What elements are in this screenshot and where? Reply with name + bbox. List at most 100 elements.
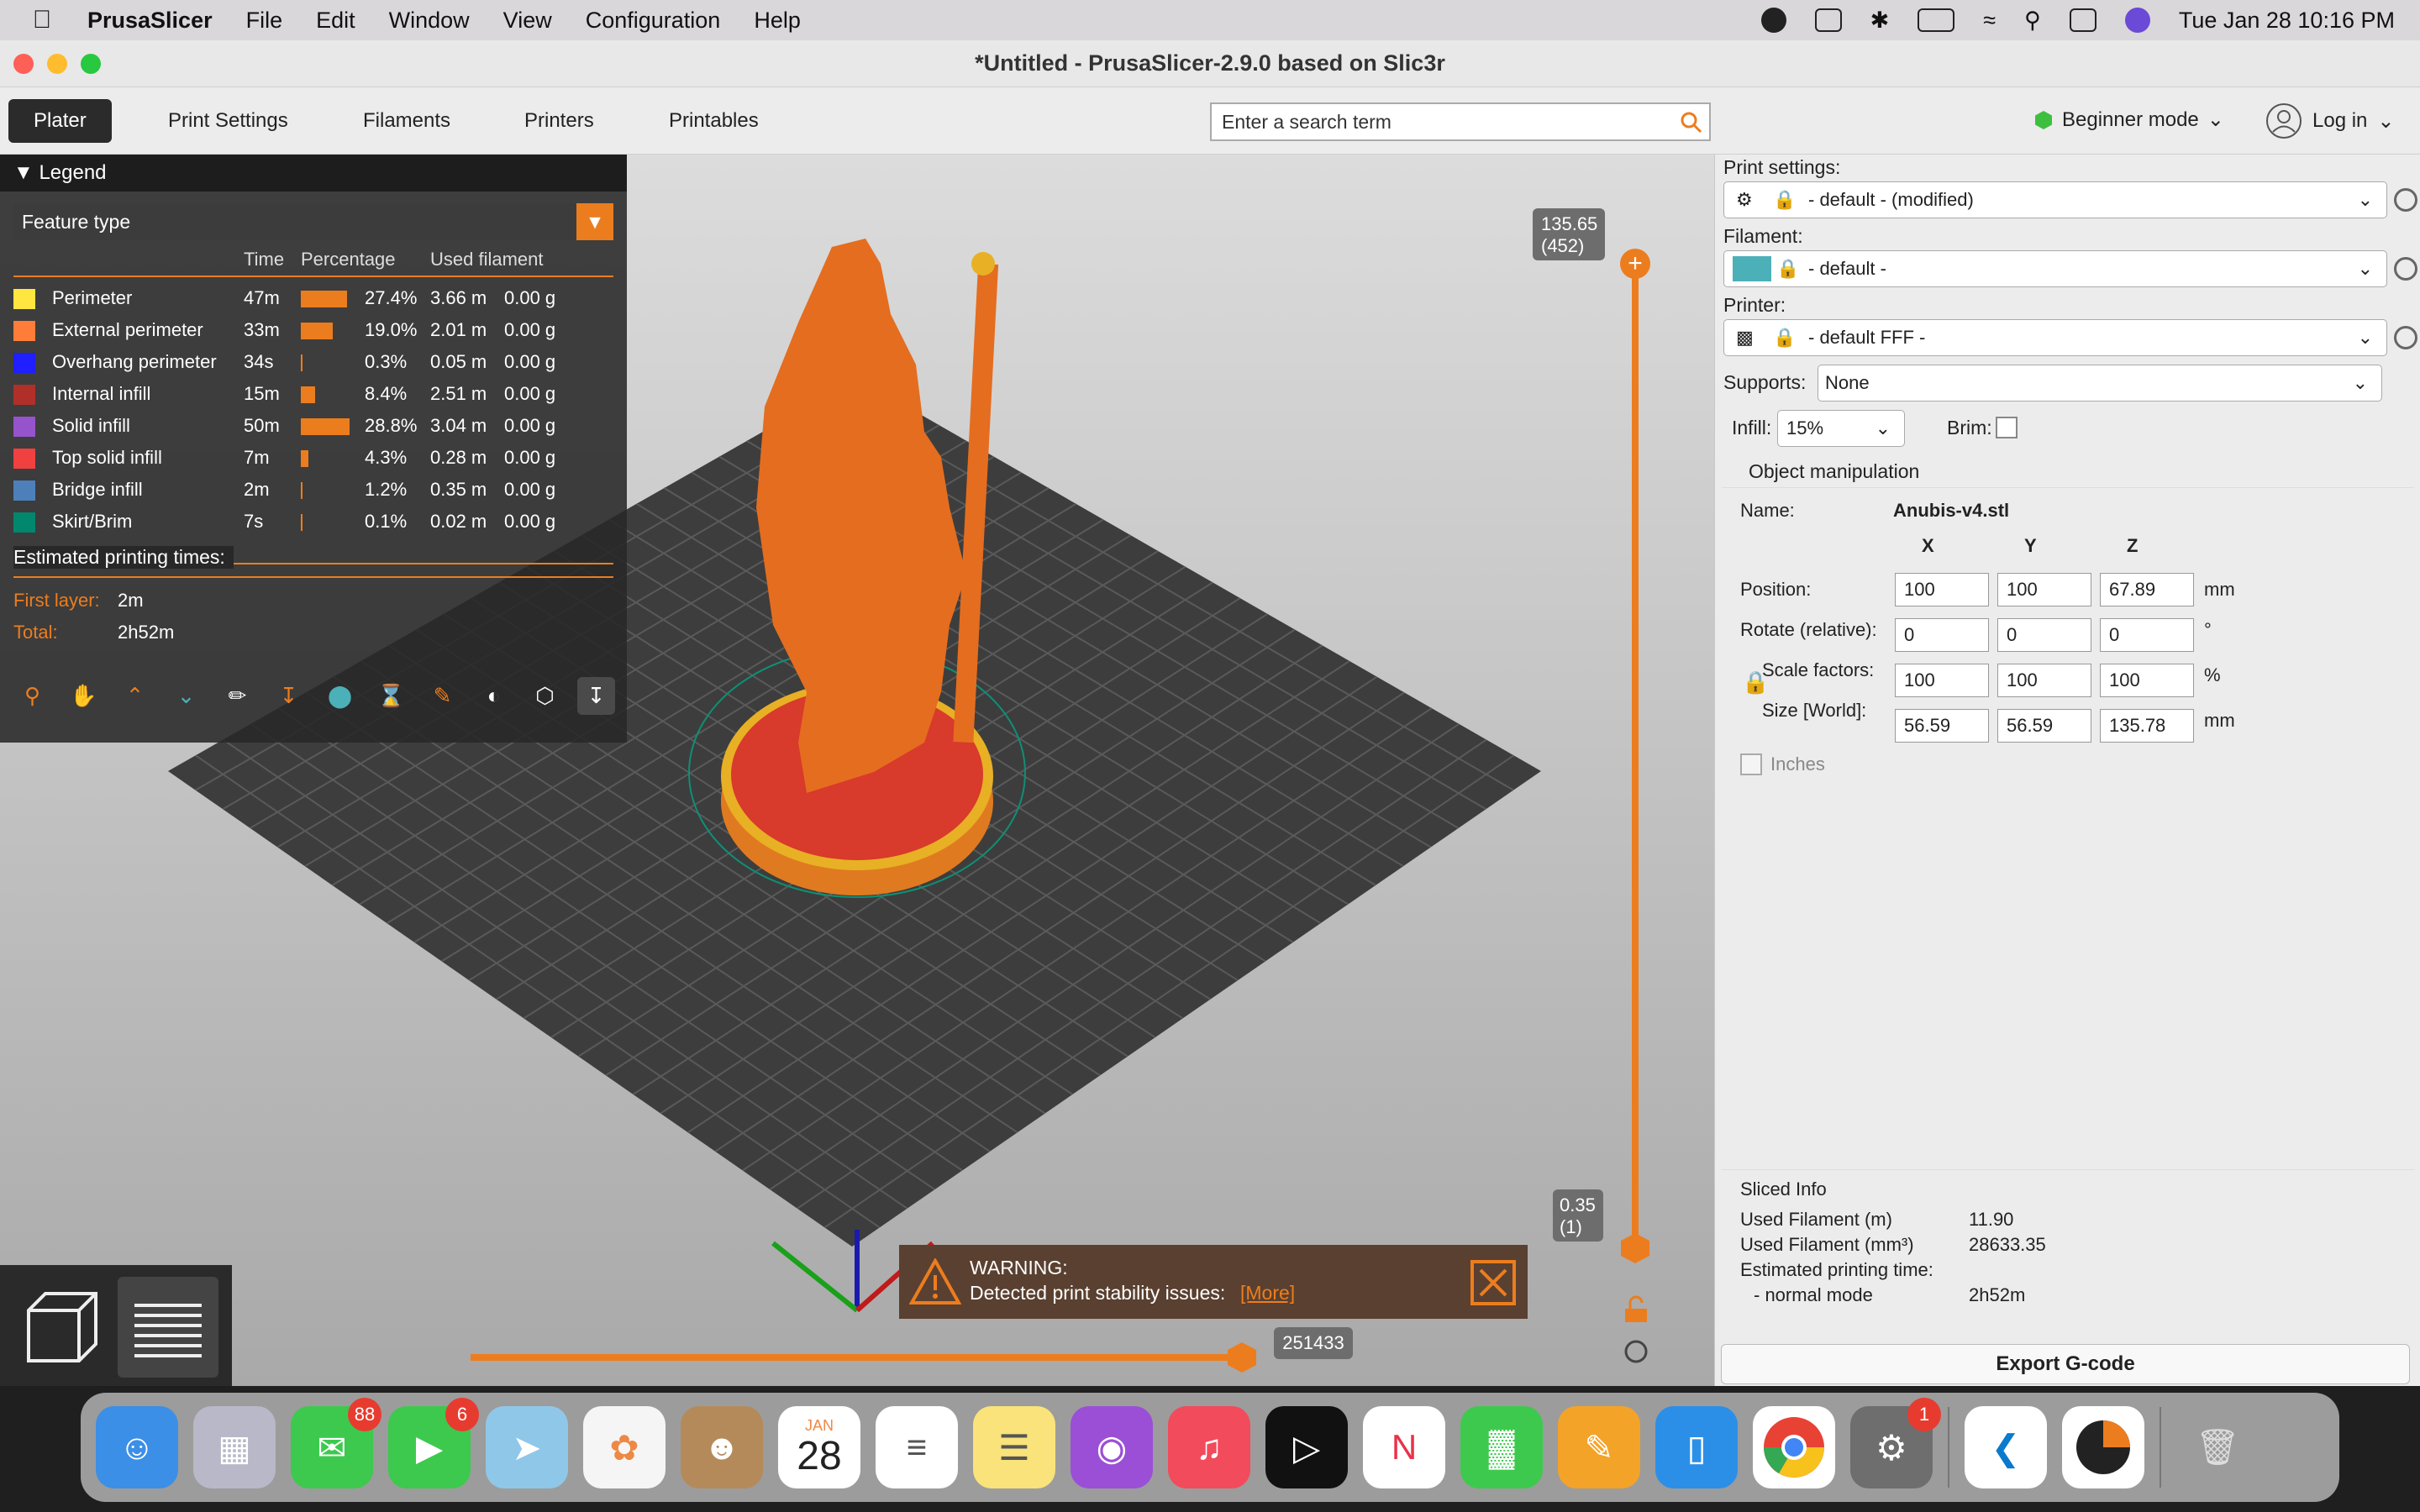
vslider-bottom-thumb[interactable] [1618, 1231, 1652, 1265]
inches-checkbox[interactable] [1740, 753, 1762, 775]
news-icon[interactable]: N [1363, 1406, 1445, 1488]
3d-view-cube-icon[interactable] [20, 1285, 104, 1369]
brim-checkbox[interactable] [1996, 417, 2018, 438]
gear-icon[interactable] [2394, 326, 2417, 349]
rotate-z-field[interactable]: 0 [2100, 618, 2194, 652]
finder-icon[interactable]: ☺ [96, 1406, 178, 1488]
messages-icon[interactable]: ✉ 88 [291, 1398, 381, 1488]
menu-help[interactable]: Help [754, 8, 801, 34]
trash-icon[interactable]: 🗑 [2176, 1406, 2259, 1488]
scale-x-field[interactable]: 100 [1895, 664, 1989, 697]
close-icon[interactable] [1470, 1260, 1516, 1305]
legend-header[interactable]: ▼ Legend [0, 155, 627, 192]
deretractions-icon[interactable]: ⌄ [167, 677, 205, 715]
mode-selector[interactable]: Beginner mode ⌄ [2033, 108, 2224, 132]
vslider-top-thumb[interactable]: + [1620, 249, 1650, 279]
search-icon[interactable] [1679, 110, 1702, 134]
position-z-field[interactable]: 67.89 [2100, 573, 2194, 606]
legend-row[interactable]: Perimeter 47m 27.4% 3.66 m 0.00 g [13, 282, 618, 314]
reminders-icon[interactable]: ≡ [876, 1406, 958, 1488]
custom-gcodes-icon[interactable]: ✎ [424, 677, 461, 715]
bluetooth-icon[interactable]: ✱ [1870, 8, 1890, 34]
scale-y-field[interactable]: 100 [1997, 664, 2091, 697]
menu-view[interactable]: View [503, 8, 552, 34]
rotate-y-field[interactable]: 0 [1997, 618, 2091, 652]
menu-configuration[interactable]: Configuration [586, 8, 721, 34]
menubar-clock[interactable]: Tue Jan 28 10:16 PM [2179, 8, 2395, 34]
vslider-track[interactable] [1632, 264, 1639, 1255]
color-changes-icon[interactable]: ⬤ [321, 677, 359, 715]
numbers-icon[interactable]: ▓ [1460, 1406, 1543, 1488]
export-gcode-button[interactable]: Export G-code [1721, 1344, 2410, 1384]
view-type-combo[interactable]: Feature type ▼ [13, 203, 613, 240]
system-settings-icon[interactable]: ⚙ 1 [1850, 1398, 1941, 1488]
legend-row[interactable]: Top solid infill 7m 4.3% 0.28 m 0.00 g [13, 442, 618, 474]
gear-icon[interactable] [2394, 257, 2417, 281]
calendar-icon[interactable]: JAN 28 [778, 1406, 860, 1488]
pause-prints-icon[interactable]: ⌛ [372, 677, 410, 715]
tool-changes-icon[interactable]: ↧ [270, 677, 308, 715]
battery-icon[interactable] [1918, 8, 1955, 32]
tab-printers[interactable]: Printers [499, 99, 619, 143]
grammarly-icon[interactable] [1760, 8, 1786, 33]
infill-combo[interactable]: 15% ⌄ [1777, 410, 1905, 447]
settings-cog-icon[interactable] [1622, 1337, 1650, 1366]
rotate-x-field[interactable]: 0 [1895, 618, 1989, 652]
legend-row[interactable]: Internal infill 15m 8.4% 2.51 m 0.00 g [13, 378, 618, 410]
appletv-icon[interactable]: ▷ [1265, 1406, 1348, 1488]
search-input[interactable]: Enter a search term [1210, 102, 1711, 141]
siri-icon[interactable] [2124, 8, 2150, 33]
spotlight-icon[interactable]: ⚲ [2024, 8, 2041, 34]
contacts-icon[interactable]: ☻ [681, 1406, 763, 1488]
preview-layers-button[interactable] [118, 1277, 218, 1378]
gear-icon[interactable] [2394, 188, 2417, 212]
tab-filaments[interactable]: Filaments [338, 99, 476, 143]
pages-icon[interactable]: ✎ [1558, 1406, 1640, 1488]
legend-row[interactable]: Bridge infill 2m 1.2% 0.35 m 0.00 g [13, 474, 618, 506]
filament-combo[interactable]: 🔒 - default - ⌄ [1723, 250, 2387, 287]
hslider-track[interactable] [471, 1354, 1244, 1361]
prusaslicer-icon[interactable] [2062, 1406, 2144, 1488]
wipe-icon[interactable]: ✋ [65, 677, 103, 715]
launchpad-icon[interactable]: ▦ [193, 1406, 276, 1488]
tab-plater[interactable]: Plater [8, 99, 112, 143]
photos-icon[interactable]: ✿ [583, 1406, 666, 1488]
print-settings-combo[interactable]: ⚙ 🔒 - default - (modified) ⌄ [1723, 181, 2387, 218]
hslider-thumb[interactable] [1225, 1341, 1259, 1374]
maps-icon[interactable]: ➤ [486, 1406, 568, 1488]
position-y-field[interactable]: 100 [1997, 573, 2091, 606]
travel-icon[interactable]: ⚲ [13, 677, 51, 715]
menu-edit[interactable]: Edit [316, 8, 355, 34]
login-button[interactable]: Log in ⌄ [2265, 102, 2395, 139]
vscode-icon[interactable]: ❮ [1965, 1406, 2047, 1488]
legend-row[interactable]: External perimeter 33m 19.0% 2.01 m 0.00 g [13, 314, 618, 346]
chrome-icon[interactable] [1753, 1406, 1835, 1488]
menu-file[interactable]: File [246, 8, 283, 34]
apple-icon[interactable]:  [25, 6, 59, 34]
lock-icon[interactable] [1622, 1295, 1650, 1324]
control-center-icon[interactable] [2069, 8, 2096, 32]
size-y-field[interactable]: 56.59 [1997, 709, 2091, 743]
seams-icon[interactable]: ✏ [218, 677, 256, 715]
tab-print-settings[interactable]: Print Settings [143, 99, 313, 143]
notes-icon[interactable]: ☰ [973, 1406, 1055, 1488]
legend-row[interactable]: Overhang perimeter 34s 0.3% 0.05 m 0.00 g [13, 346, 618, 378]
legend-row[interactable]: Solid infill 50m 28.8% 3.04 m 0.00 g [13, 410, 618, 442]
size-z-field[interactable]: 135.78 [2100, 709, 2194, 743]
menu-window[interactable]: Window [389, 8, 470, 34]
lock-icon[interactable]: 🔒 [1742, 669, 1769, 696]
keynote-icon[interactable]: ▯ [1655, 1406, 1738, 1488]
menu-app-name[interactable]: PrusaSlicer [87, 8, 213, 34]
center-of-gravity-icon[interactable]: ◐ [475, 677, 513, 715]
podcasts-icon[interactable]: ◉ [1071, 1406, 1153, 1488]
scale-z-field[interactable]: 100 [2100, 664, 2194, 697]
music-icon[interactable]: ♫ [1168, 1406, 1250, 1488]
facetime-icon[interactable]: ▶ 6 [388, 1398, 479, 1488]
legend-row[interactable]: Skirt/Brim 7s 0.1% 0.02 m 0.00 g [13, 506, 618, 538]
tool-marker-icon[interactable]: ↧ [577, 677, 615, 715]
wifi-icon[interactable]: ≈ [1983, 8, 1996, 34]
shells-icon[interactable]: ⬡ [526, 677, 564, 715]
warning-more-link[interactable]: [More] [1240, 1282, 1295, 1305]
tab-printables[interactable]: Printables [644, 99, 784, 143]
printer-combo[interactable]: ▩ 🔒 - default FFF - ⌄ [1723, 319, 2387, 356]
